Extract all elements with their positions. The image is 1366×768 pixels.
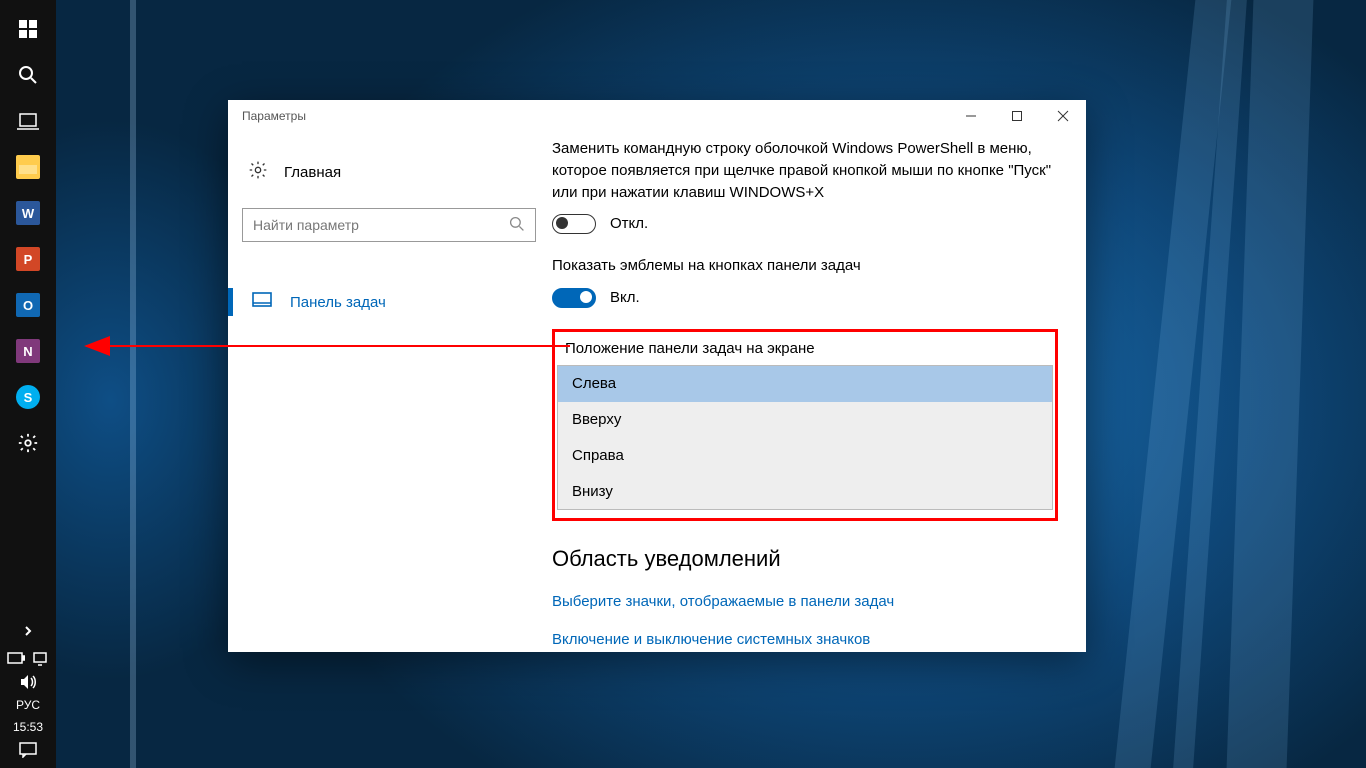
titlebar[interactable]: Параметры xyxy=(228,100,1086,132)
decoration xyxy=(130,0,136,768)
toggle-off-label: Откл. xyxy=(610,213,648,235)
taskbar-position-label: Положение панели задач на экране xyxy=(557,334,1053,366)
taskbar-icon xyxy=(252,292,272,312)
badges-description: Показать эмблемы на кнопках панели задач xyxy=(552,255,1058,277)
sidebar-item-taskbar[interactable]: Панель задач xyxy=(242,282,530,322)
word-icon: W xyxy=(16,201,40,225)
settings-button[interactable] xyxy=(0,420,56,466)
search-input[interactable]: Найти параметр xyxy=(242,208,536,242)
powerpoint-button[interactable]: P xyxy=(0,236,56,282)
option-top[interactable]: Вверху xyxy=(558,402,1052,438)
taskbar-position-dropdown[interactable]: Слева Вверху Справа Внизу xyxy=(557,365,1053,510)
minimize-button[interactable] xyxy=(948,100,994,132)
notification-area-heading: Область уведомлений xyxy=(552,543,1058,575)
skype-button[interactable]: S xyxy=(0,374,56,420)
network-icon[interactable] xyxy=(33,652,49,666)
volume-icon[interactable] xyxy=(19,674,37,690)
outlook-button[interactable]: O xyxy=(0,282,56,328)
onenote-button[interactable]: N xyxy=(0,328,56,374)
select-icons-link[interactable]: Выберите значки, отображаемые в панели з… xyxy=(552,591,1058,613)
taskbar: W P O N S РУС 15:53 xyxy=(0,0,56,768)
close-button[interactable] xyxy=(1040,100,1086,132)
system-tray: РУС 15:53 xyxy=(7,646,49,768)
taskbar-position-group: Положение панели задач на экране Слева В… xyxy=(552,329,1058,522)
maximize-button[interactable] xyxy=(994,100,1040,132)
settings-content: Заменить командную строку оболочкой Wind… xyxy=(544,132,1086,652)
task-view-button[interactable] xyxy=(0,98,56,144)
folder-icon xyxy=(16,155,40,179)
powershell-toggle[interactable] xyxy=(552,214,596,234)
language-indicator[interactable]: РУС xyxy=(16,698,40,712)
search-button[interactable] xyxy=(0,52,56,98)
badges-toggle[interactable] xyxy=(552,288,596,308)
clock[interactable]: 15:53 xyxy=(13,720,43,734)
decoration xyxy=(1227,0,1314,768)
option-left[interactable]: Слева xyxy=(558,366,1052,402)
search-icon xyxy=(509,216,525,235)
option-bottom[interactable]: Внизу xyxy=(558,474,1052,510)
powerpoint-icon: P xyxy=(16,247,40,271)
skype-icon: S xyxy=(16,385,40,409)
settings-window: Параметры Главная Найти параметр Панель … xyxy=(228,100,1086,652)
outlook-icon: O xyxy=(16,293,40,317)
window-title: Параметры xyxy=(228,109,306,123)
sidebar-item-label: Панель задач xyxy=(290,294,386,311)
action-center-icon[interactable] xyxy=(19,742,37,758)
settings-sidebar: Главная Найти параметр Панель задач xyxy=(228,132,544,652)
onenote-icon: N xyxy=(16,339,40,363)
battery-icon[interactable] xyxy=(7,652,25,666)
annotation-arrow xyxy=(86,345,570,347)
system-icons-link[interactable]: Включение и выключение системных значков xyxy=(552,629,1058,651)
gear-icon xyxy=(248,160,268,184)
powershell-description: Заменить командную строку оболочкой Wind… xyxy=(552,138,1058,203)
home-button[interactable]: Главная xyxy=(242,154,530,202)
toggle-on-label: Вкл. xyxy=(610,287,640,309)
tray-expand-button[interactable] xyxy=(0,616,56,646)
search-placeholder: Найти параметр xyxy=(253,217,509,233)
home-label: Главная xyxy=(284,164,341,181)
file-explorer-button[interactable] xyxy=(0,144,56,190)
start-button[interactable] xyxy=(0,6,56,52)
option-right[interactable]: Справа xyxy=(558,438,1052,474)
word-button[interactable]: W xyxy=(0,190,56,236)
